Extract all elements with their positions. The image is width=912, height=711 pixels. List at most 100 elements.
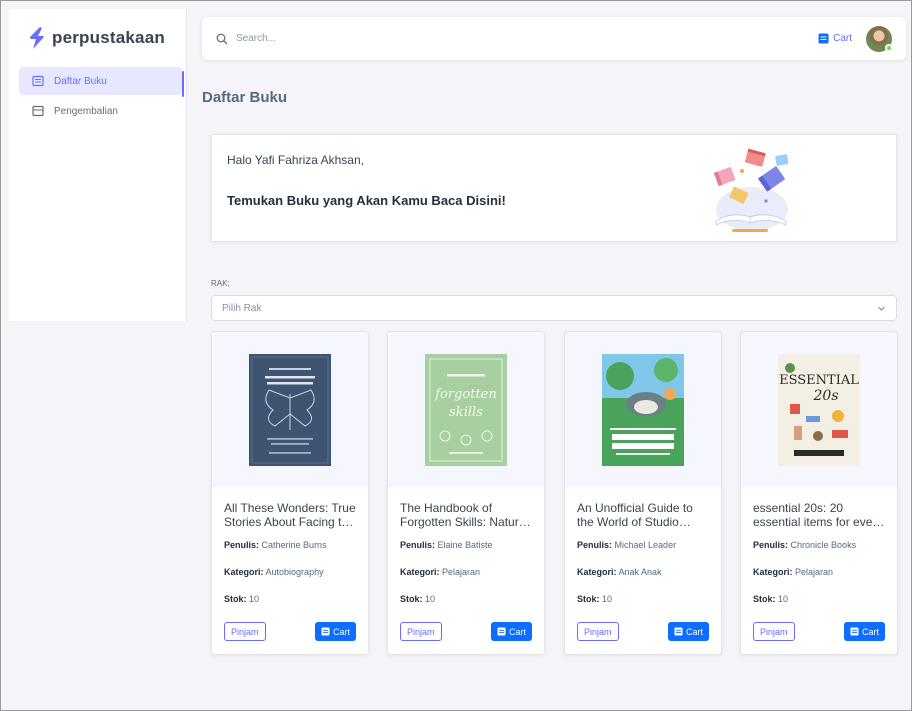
book-stock: Stok: 10 (753, 594, 885, 604)
cart-icon (497, 627, 506, 636)
cart-button-label: Cart (685, 626, 703, 637)
book-title[interactable]: The Handbook of Forgotten Skills: Natura… (400, 501, 532, 531)
category-value: Anak Anak (618, 567, 662, 577)
navbar-cart-link[interactable]: Cart (818, 33, 852, 44)
app-frame: perpustakaan Daftar Buku Pengembalian Se… (0, 0, 912, 711)
book-actions: Pinjam Cart (224, 622, 356, 642)
category-label: Kategori: (400, 567, 440, 577)
borrow-button[interactable]: Pinjam (224, 622, 266, 641)
stock-value: 10 (249, 594, 260, 604)
book-cover-essential-20s[interactable]: ESSENTIAL 20s (778, 353, 860, 466)
cart-icon (850, 627, 859, 636)
stock-label: Stok: (753, 594, 776, 604)
author-value: Michael Leader (614, 540, 677, 550)
brand-logo-icon (30, 27, 44, 49)
book-category: Kategori: Autobiography (224, 567, 356, 577)
category-label: Kategori: (577, 567, 617, 577)
book-card[interactable]: An Unofficial Guide to the World of Stud… (564, 331, 722, 655)
category-value: Pelajaran (442, 567, 481, 577)
search-icon (216, 33, 228, 44)
search-input[interactable] (236, 33, 536, 44)
stock-value: 10 (778, 594, 789, 604)
category-value: Pelajaran (795, 567, 834, 577)
author-value: Chronicle Books (790, 540, 857, 550)
add-to-cart-button[interactable]: Cart (490, 622, 532, 641)
author-label: Penulis: (224, 540, 260, 550)
sidebar-item-daftar-buku[interactable]: Daftar Buku (19, 67, 182, 95)
book-author: Penulis: Elaine Batiste (400, 540, 532, 550)
book-cover-area (565, 332, 721, 487)
author-value: Elaine Batiste (437, 540, 493, 550)
book-title[interactable]: essential 20s: 20 essential items for ev… (753, 501, 885, 531)
borrow-button[interactable]: Pinjam (400, 622, 442, 641)
book-actions: Pinjam Cart (400, 622, 532, 642)
book-stock: Stok: 10 (400, 594, 532, 604)
book-actions: Pinjam Cart (753, 622, 885, 642)
book-stock: Stok: 10 (224, 594, 356, 604)
author-label: Penulis: (753, 540, 789, 550)
chevron-down-icon (878, 306, 885, 311)
borrow-button[interactable]: Pinjam (753, 622, 795, 641)
book-card-body: All These Wonders: True Stories About Fa… (212, 487, 368, 604)
category-label: Kategori: (753, 567, 793, 577)
book-stock: Stok: 10 (577, 594, 709, 604)
book-category: Kategori: Pelajaran (753, 567, 885, 577)
active-indicator (182, 71, 184, 97)
navbar: Cart (202, 17, 906, 60)
book-card[interactable]: All These Wonders: True Stories About Fa… (211, 331, 369, 655)
stock-value: 10 (425, 594, 436, 604)
rak-filter-label: RAK: (211, 279, 230, 288)
author-label: Penulis: (577, 540, 613, 550)
cart-icon (818, 33, 829, 44)
navbar-cart-label: Cart (833, 33, 852, 44)
book-cover-studio-ghibli-guide[interactable] (602, 353, 684, 466)
cart-icon (321, 627, 330, 636)
cart-button-label: Cart (508, 626, 526, 637)
book-cover-area: forgotten skills (388, 332, 544, 487)
add-to-cart-button[interactable]: Cart (667, 622, 709, 641)
cart-icon (674, 627, 683, 636)
book-category: Kategori: Anak Anak (577, 567, 709, 577)
rak-select[interactable]: Pilih Rak (211, 295, 897, 321)
book-card[interactable]: forgotten skills The Handbook of Forgott… (387, 331, 545, 655)
book-author: Penulis: Michael Leader (577, 540, 709, 550)
welcome-greeting: Halo Yafi Fahriza Akhsan, (227, 153, 364, 167)
book-actions: Pinjam Cart (577, 622, 709, 642)
stock-label: Stok: (400, 594, 423, 604)
borrow-button[interactable]: Pinjam (577, 622, 619, 641)
welcome-headline: Temukan Buku yang Akan Kamu Baca Disini! (227, 193, 506, 208)
author-value: Catherine Burns (261, 540, 327, 550)
add-to-cart-button[interactable]: Cart (314, 622, 356, 641)
stock-label: Stok: (224, 594, 247, 604)
sidebar-menu: Daftar Buku Pengembalian (9, 67, 186, 125)
book-title[interactable]: An Unofficial Guide to the World of Stud… (577, 501, 709, 531)
brand[interactable]: perpustakaan (9, 9, 186, 67)
category-value: Autobiography (265, 567, 324, 577)
stock-label: Stok: (577, 594, 600, 604)
add-to-cart-button[interactable]: Cart (843, 622, 885, 641)
book-cover-handbook-forgotten-skills[interactable]: forgotten skills (425, 353, 507, 466)
navbar-right: Cart (818, 25, 893, 52)
book-card[interactable]: ESSENTIAL 20s essential 20s: 20 essentia… (740, 331, 898, 655)
book-card-body: essential 20s: 20 essential items for ev… (741, 487, 897, 604)
svg-text:ESSENTIAL: ESSENTIAL (779, 373, 859, 388)
reading-books-illustration-icon (713, 148, 789, 232)
avatar[interactable] (866, 25, 893, 52)
rak-select-value: Pilih Rak (222, 302, 262, 314)
sidebar-item-label: Daftar Buku (54, 75, 107, 87)
online-status-badge (885, 43, 893, 52)
cart-button-label: Cart (861, 626, 879, 637)
svg-text:20s: 20s (813, 388, 839, 404)
book-title[interactable]: All These Wonders: True Stories About Fa… (224, 501, 356, 531)
return-icon (32, 105, 44, 117)
book-cover-area (212, 332, 368, 487)
book-card-body: The Handbook of Forgotten Skills: Natura… (388, 487, 544, 604)
sidebar-item-pengembalian[interactable]: Pengembalian (19, 97, 182, 125)
book-author: Penulis: Catherine Burns (224, 540, 356, 550)
book-card-body: An Unofficial Guide to the World of Stud… (565, 487, 721, 604)
svg-text:skills: skills (449, 405, 483, 420)
book-author: Penulis: Chronicle Books (753, 540, 885, 550)
book-cover-all-these-wonders[interactable] (249, 353, 331, 466)
book-cover-area: ESSENTIAL 20s (741, 332, 897, 487)
brand-name: perpustakaan (52, 28, 165, 47)
